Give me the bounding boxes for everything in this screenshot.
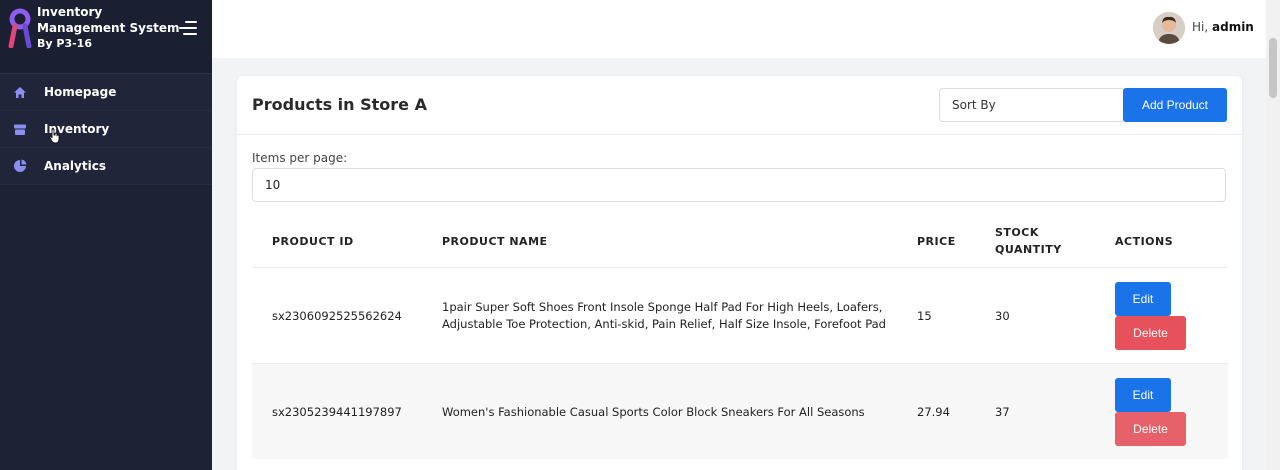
username: admin — [1212, 20, 1254, 34]
sidebar-item-label: Analytics — [44, 159, 106, 173]
add-product-button[interactable]: Add Product — [1123, 88, 1227, 122]
hand-cursor-icon — [49, 128, 60, 144]
items-per-page-label: Items per page: — [252, 151, 348, 165]
sidebar-nav: Homepage Inventory Analytics — [0, 74, 212, 185]
sidebar-item-inventory[interactable]: Inventory — [0, 111, 212, 148]
sidebar-item-homepage[interactable]: Homepage — [0, 74, 212, 111]
home-icon — [12, 84, 28, 100]
edit-button[interactable]: Edit — [1115, 282, 1171, 316]
product-name-cell: 1pair Super Soft Shoes Front Insole Spon… — [442, 300, 886, 331]
table-row: sx2306092525562624 1pair Super Soft Shoe… — [252, 267, 1228, 363]
product-id-cell: sx2306092525562624 — [272, 309, 402, 323]
ribbon-logo-icon — [8, 8, 32, 48]
user-greeting: Hi, admin — [1192, 20, 1254, 34]
price-cell: 15 — [917, 309, 932, 323]
column-header-price: PRICE — [917, 235, 956, 248]
stock-cell: 30 — [995, 309, 1010, 323]
card-header: Products in Store A Sort By Add Product — [237, 76, 1242, 135]
app-title: Inventory Management System — [37, 5, 180, 35]
sort-by-select[interactable]: Sort By — [939, 88, 1125, 122]
avatar[interactable] — [1153, 12, 1185, 44]
sidebar-item-label: Homepage — [44, 85, 117, 99]
column-header-product-name: PRODUCT NAME — [442, 235, 548, 248]
hamburger-menu-icon[interactable] — [179, 21, 197, 35]
pie-chart-icon — [12, 158, 28, 174]
page-title: Products in Store A — [252, 95, 427, 114]
column-header-stock-quantity: STOCK QUANTITY — [995, 226, 1062, 256]
column-header-product-id: PRODUCT ID — [272, 235, 354, 248]
column-header-actions: ACTIONS — [1115, 235, 1174, 248]
sidebar: Inventory Management System By P3-16 Hom… — [0, 0, 212, 470]
stock-cell: 37 — [995, 405, 1010, 419]
table-row: sx2305239441197897 Women's Fashionable C… — [252, 363, 1228, 459]
page-scrollbar[interactable] — [1266, 0, 1280, 470]
sidebar-item-analytics[interactable]: Analytics — [0, 148, 212, 185]
edit-button[interactable]: Edit — [1115, 378, 1171, 412]
topbar: Hi, admin — [212, 0, 1266, 58]
brand-header: Inventory Management System By P3-16 — [0, 0, 212, 74]
delete-button[interactable]: Delete — [1115, 412, 1186, 446]
delete-button[interactable]: Delete — [1115, 316, 1186, 350]
product-name-cell: Women's Fashionable Casual Sports Color … — [442, 405, 865, 419]
greeting-text: Hi, — [1192, 20, 1209, 34]
items-per-page-input[interactable]: 10 — [252, 168, 1226, 202]
box-icon — [12, 121, 28, 137]
price-cell: 27.94 — [917, 405, 950, 419]
scrollbar-thumb[interactable] — [1269, 38, 1277, 98]
product-id-cell: sx2305239441197897 — [272, 405, 402, 419]
products-card: Products in Store A Sort By Add Product … — [237, 76, 1242, 470]
app-subtitle: By P3-16 — [37, 37, 92, 50]
